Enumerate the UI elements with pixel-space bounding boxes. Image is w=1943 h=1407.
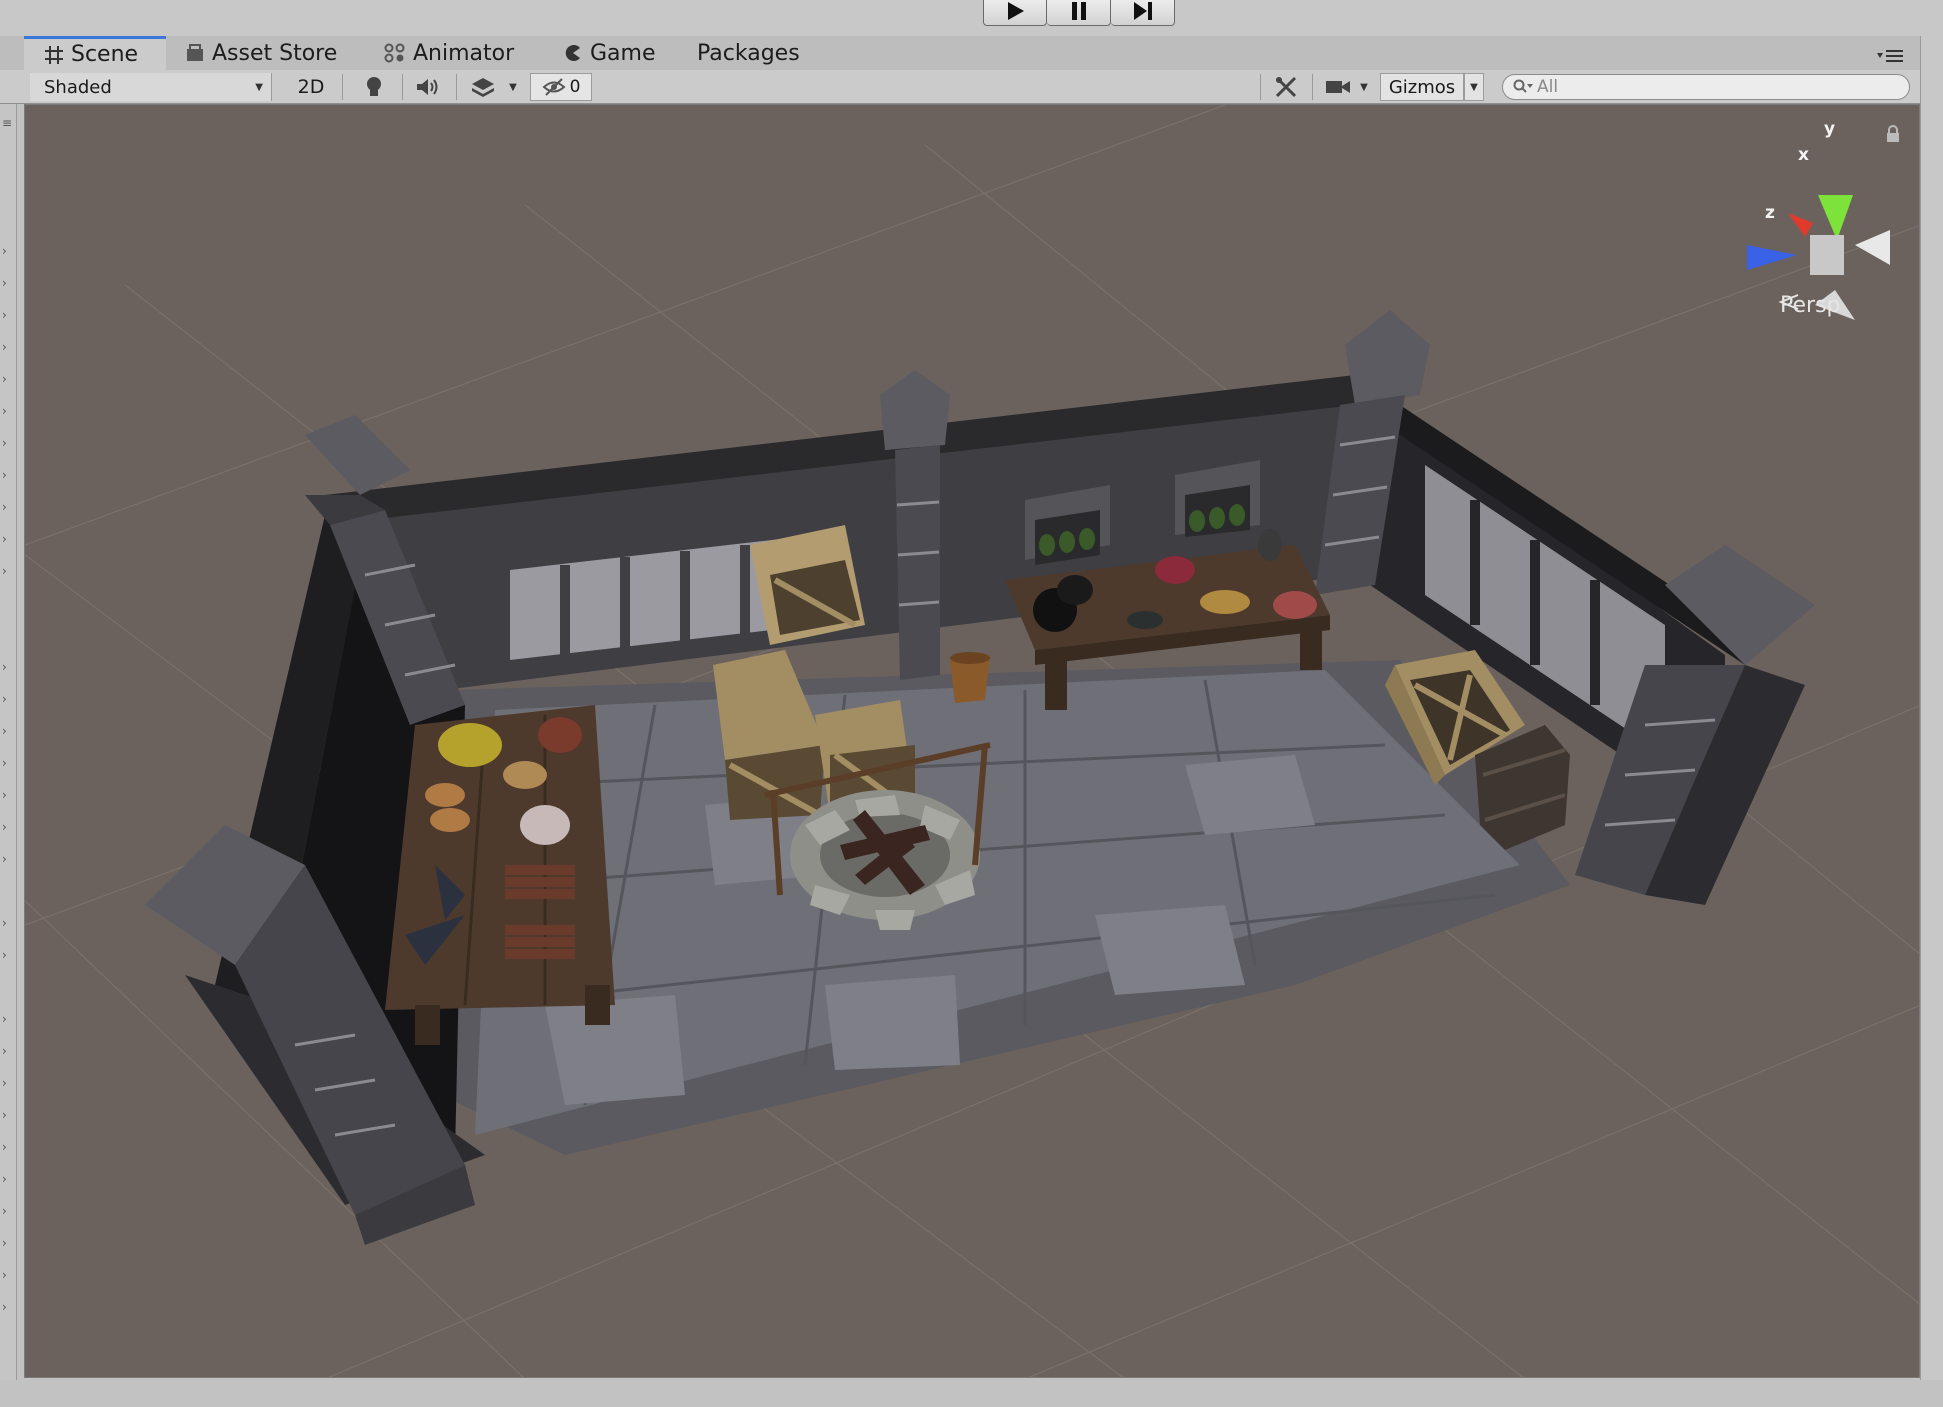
pause-button[interactable] (1047, 0, 1111, 26)
draw-mode-dropdown[interactable]: Shaded ▼ (30, 73, 272, 101)
hierarchy-panel-edge: ≡ › › › › › › › › › › › › › › › › › › › › › › › › › › › › ›… (0, 104, 17, 1384)
hidden-count: 0 (569, 77, 581, 97)
effects-icon (472, 78, 494, 97)
audio-toggle[interactable] (408, 73, 448, 101)
search-placeholder: All (1537, 77, 1559, 97)
playback-controls (983, 0, 1175, 26)
tab-menu-icon[interactable] (1877, 48, 1903, 67)
toggle-2d-label: 2D (297, 76, 325, 98)
tab-bar: Scene Asset Store Animator Game Packages (0, 36, 1943, 70)
gizmo-z-axis[interactable] (1747, 245, 1797, 270)
tab-label: Packages (697, 40, 800, 66)
gizmo-y-label: y (1824, 119, 1836, 139)
bucket (950, 652, 990, 703)
hidden-objects-toggle[interactable]: 0 (530, 73, 592, 101)
animator-icon (384, 43, 406, 63)
store-icon (185, 43, 205, 63)
gizmos-button[interactable]: Gizmos (1380, 73, 1464, 101)
chevron-down-icon: ▼ (255, 81, 263, 93)
gizmos-label: Gizmos (1388, 76, 1456, 98)
grid-icon (44, 45, 64, 65)
search-icon (1513, 79, 1533, 93)
chevron-down-icon: ▼ (1360, 81, 1368, 93)
tab-animator[interactable]: Animator (384, 36, 514, 70)
camera-dropdown[interactable]: ▼ (1356, 73, 1372, 101)
step-icon (1133, 2, 1152, 20)
persp-chevron-icon (1778, 294, 1799, 310)
step-button[interactable] (1111, 0, 1175, 26)
chevron-down-icon: ▼ (509, 81, 517, 93)
play-icon (1008, 2, 1024, 20)
eye-slash-icon (542, 78, 566, 96)
speaker-icon (417, 79, 438, 95)
scene-toolbar: Shaded ▼ 2D ▼ 0 ▼ Gizmos ▼ All (0, 70, 1920, 104)
chevron-down-icon: ▼ (1470, 81, 1478, 93)
gizmo-x-label: x (1798, 145, 1809, 165)
effects-toggle[interactable] (462, 73, 504, 101)
pause-icon (1071, 2, 1086, 20)
gizmo-y-axis[interactable] (1818, 195, 1853, 240)
gizmo-x-axis[interactable] (1788, 213, 1813, 237)
toggle-2d-button[interactable]: 2D (286, 73, 336, 101)
tab-game[interactable]: Game (563, 36, 656, 70)
tab-asset-store[interactable]: Asset Store (185, 36, 337, 70)
tab-label: Animator (413, 40, 515, 66)
effects-dropdown[interactable]: ▼ (504, 73, 522, 101)
tools-icon (1275, 76, 1297, 98)
gizmo-z-label: z (1765, 203, 1775, 223)
pacman-icon (563, 43, 583, 63)
play-bar (0, 0, 1943, 36)
lightbulb-icon (367, 77, 381, 96)
tab-packages[interactable]: Packages (697, 36, 800, 70)
camera-toggle[interactable] (1318, 73, 1358, 101)
scene-render (25, 105, 1919, 1377)
tab-label: Game (590, 40, 656, 66)
gizmos-dropdown[interactable]: ▼ (1464, 73, 1484, 101)
tab-label: Asset Store (212, 40, 338, 66)
tools-toggle[interactable] (1266, 73, 1306, 101)
scene-viewport[interactable]: y x z Persp (24, 104, 1920, 1378)
scene-search[interactable]: All (1502, 74, 1910, 100)
tab-label: Scene (71, 42, 139, 67)
camera-icon (1326, 81, 1350, 93)
status-bar (0, 1380, 1943, 1407)
gizmo-center-cube[interactable] (1810, 235, 1844, 275)
tab-scene[interactable]: Scene (24, 36, 167, 70)
left-table (385, 705, 615, 1045)
projection-toggle[interactable]: Persp (1778, 293, 1841, 318)
right-panel-edge (1920, 36, 1943, 1407)
draw-mode-label: Shaded (44, 76, 112, 98)
play-button[interactable] (983, 0, 1047, 26)
lighting-toggle[interactable] (354, 73, 394, 101)
